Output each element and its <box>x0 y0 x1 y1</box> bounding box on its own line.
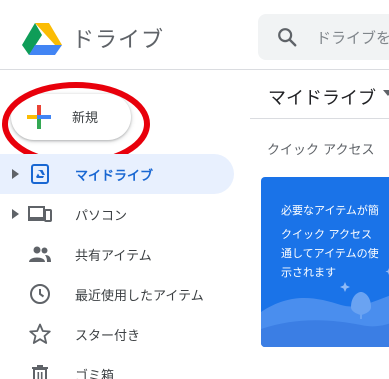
drive-logo-icon[interactable] <box>22 23 62 55</box>
new-button[interactable]: 新規 <box>11 94 131 140</box>
sidebar-item-label: スター付き <box>75 329 141 344</box>
shared-people-icon <box>29 246 51 262</box>
computers-icon <box>28 206 52 222</box>
divider <box>250 118 389 119</box>
my-drive-icon <box>31 164 49 184</box>
sidebar-item-computers[interactable]: パソコン <box>0 194 234 234</box>
quick-access-info-card: 必要なアイテムが簡 クイック アクセス 通してアイテムの使 示されます <box>261 177 389 347</box>
chevron-down-icon[interactable] <box>383 90 389 98</box>
plus-icon <box>27 105 51 129</box>
search-input[interactable]: ドライブを <box>316 27 389 48</box>
new-button-label: 新規 <box>72 111 99 126</box>
clock-icon <box>30 284 50 304</box>
sidebar-item-label: パソコン <box>75 209 128 224</box>
sidebar-item-label: 最近使用したアイテム <box>75 289 204 304</box>
sidebar-item-trash[interactable]: ゴミ箱 <box>0 354 234 379</box>
sidebar-item-shared[interactable]: 共有アイテム <box>0 234 234 274</box>
top-bar: ドライブ ドライブを <box>0 0 389 70</box>
sidebar-item-label: 共有アイテム <box>75 249 152 264</box>
star-icon <box>29 323 51 344</box>
expand-caret-icon[interactable] <box>12 209 20 219</box>
search-icon[interactable] <box>276 26 298 48</box>
drive-window: ドライブ ドライブを 新規 マイドライブ パソコン 共有アイテム 最近使用したア… <box>0 0 389 379</box>
card-body-line: 通してアイテムの使 <box>281 247 379 260</box>
sidebar-item-label: マイドライブ <box>75 169 154 184</box>
sidebar-item-label: ゴミ箱 <box>75 369 115 379</box>
page-title[interactable]: マイドライブ <box>268 84 376 110</box>
quick-access-heading: クイック アクセス <box>267 143 375 158</box>
sidebar-item-my-drive[interactable]: マイドライブ <box>0 154 234 194</box>
app-title[interactable]: ドライブ <box>72 22 164 54</box>
trash-icon <box>32 365 48 379</box>
card-body-line: クイック アクセス <box>281 228 372 241</box>
sidebar-item-starred[interactable]: スター付き <box>0 314 234 354</box>
expand-caret-icon[interactable] <box>12 169 20 179</box>
search-box[interactable]: ドライブを <box>258 14 389 60</box>
sidebar-item-recent[interactable]: 最近使用したアイテム <box>0 274 234 314</box>
card-heading: 必要なアイテムが簡 <box>281 204 379 217</box>
landscape-illustration <box>261 268 389 347</box>
